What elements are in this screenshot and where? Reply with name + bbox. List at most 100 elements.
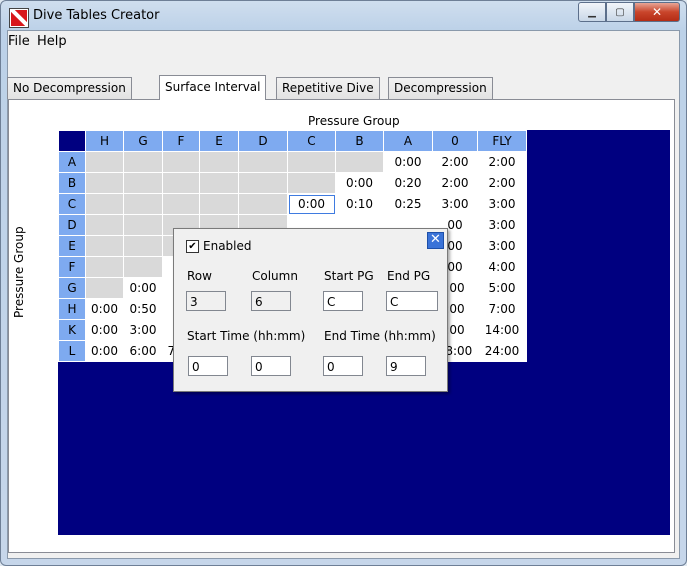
table-cell[interactable]: 0:50: [123, 298, 163, 320]
table-cell[interactable]: [123, 151, 163, 173]
table-cell[interactable]: 4:00: [477, 256, 527, 278]
end-pg-field[interactable]: C: [386, 291, 438, 311]
end-minutes-field[interactable]: 9: [386, 356, 426, 376]
table-cell[interactable]: [335, 151, 384, 173]
column-header[interactable]: E: [199, 130, 239, 152]
table-cell[interactable]: [238, 151, 288, 173]
start-pg-label: Start PG: [324, 269, 374, 283]
row-header[interactable]: B: [58, 172, 86, 194]
table-cell[interactable]: 3:00: [477, 235, 527, 257]
table-cell[interactable]: [162, 193, 200, 215]
row-header[interactable]: K: [58, 319, 86, 341]
enabled-checkbox[interactable]: ✔: [186, 240, 199, 253]
table-cell[interactable]: 2:00: [477, 151, 527, 173]
table-cell[interactable]: 0:10: [335, 193, 384, 215]
table-cell[interactable]: 0:00: [85, 298, 124, 320]
column-header[interactable]: B: [335, 130, 384, 152]
table-cell[interactable]: 0:00: [85, 319, 124, 341]
table-cell[interactable]: [199, 151, 239, 173]
title-bar[interactable]: Dive Tables Creator ▁ ▢ ✕: [1, 1, 686, 31]
enabled-label: Enabled: [203, 239, 252, 253]
table-cell[interactable]: 14:00: [477, 319, 527, 341]
column-field[interactable]: 6: [251, 291, 291, 311]
end-pg-label: End PG: [387, 269, 431, 283]
table-row: C 0:00 0:10 0:25 3:00 3:00: [58, 193, 527, 215]
table-cell[interactable]: [238, 193, 288, 215]
table-cell[interactable]: 7:00: [477, 298, 527, 320]
menu-file[interactable]: File: [8, 34, 30, 49]
row-header[interactable]: A: [58, 151, 86, 173]
row-field[interactable]: 3: [186, 291, 226, 311]
table-cell[interactable]: [287, 172, 336, 194]
row-header[interactable]: C: [58, 193, 86, 215]
tab-repetitive-dive[interactable]: Repetitive Dive: [276, 77, 380, 99]
table-cell[interactable]: 0:25: [383, 193, 433, 215]
table-cell[interactable]: 0:20: [383, 172, 433, 194]
dialog-close-icon[interactable]: ✕: [427, 232, 444, 249]
table-cell[interactable]: 5:00: [477, 277, 527, 299]
table-cell[interactable]: 0:00: [335, 172, 384, 194]
table-header-row: H G F E D C B A 0 FLY: [58, 130, 527, 152]
row-header[interactable]: L: [58, 340, 86, 362]
table-cell[interactable]: [85, 235, 124, 257]
column-header[interactable]: A: [383, 130, 433, 152]
end-hours-field[interactable]: 0: [323, 356, 363, 376]
table-cell[interactable]: 0:00: [383, 151, 433, 173]
table-cell[interactable]: [85, 172, 124, 194]
table-cell[interactable]: [287, 151, 336, 173]
table-cell[interactable]: 2:00: [432, 172, 478, 194]
close-button[interactable]: ✕: [634, 2, 680, 22]
start-minutes-field[interactable]: 0: [251, 356, 291, 376]
column-header[interactable]: D: [238, 130, 288, 152]
table-cell[interactable]: [85, 277, 124, 299]
caption-buttons: ▁ ▢ ✕: [578, 2, 680, 22]
table-cell[interactable]: 6:00: [123, 340, 163, 362]
table-cell[interactable]: [123, 235, 163, 257]
tab-surface-interval[interactable]: Surface Interval: [159, 75, 267, 100]
column-header[interactable]: 0: [432, 130, 478, 152]
table-cell[interactable]: [199, 193, 239, 215]
table-cell[interactable]: 24:00: [477, 340, 527, 362]
row-header[interactable]: G: [58, 277, 86, 299]
table-cell[interactable]: [238, 172, 288, 194]
table-cell[interactable]: [123, 256, 163, 278]
table-cell[interactable]: [162, 172, 200, 194]
row-header[interactable]: E: [58, 235, 86, 257]
table-cell[interactable]: [123, 193, 163, 215]
table-cell[interactable]: 3:00: [123, 319, 163, 341]
table-corner: [58, 130, 86, 152]
table-cell[interactable]: 2:00: [477, 172, 527, 194]
column-header[interactable]: FLY: [477, 130, 527, 152]
table-cell[interactable]: 0:00: [287, 193, 336, 215]
start-hours-field[interactable]: 0: [188, 356, 228, 376]
start-pg-field[interactable]: C: [323, 291, 363, 311]
table-cell[interactable]: [199, 172, 239, 194]
table-cell[interactable]: 2:00: [432, 151, 478, 173]
table-cell[interactable]: [85, 193, 124, 215]
tab-no-decompression[interactable]: No Decompression: [7, 77, 132, 99]
table-cell[interactable]: [123, 172, 163, 194]
table-cell[interactable]: 0:00: [85, 340, 124, 362]
cell-edit-dialog: ✔ Enabled ✕ Row Column Start PG End PG 3…: [173, 228, 448, 392]
table-cell[interactable]: [162, 151, 200, 173]
table-cell[interactable]: [85, 214, 124, 236]
column-header[interactable]: H: [85, 130, 124, 152]
row-header[interactable]: D: [58, 214, 86, 236]
tab-decompression[interactable]: Decompression: [388, 77, 493, 99]
table-cell[interactable]: [85, 256, 124, 278]
menu-help[interactable]: Help: [37, 34, 67, 49]
column-label: Column: [252, 269, 298, 283]
table-cell[interactable]: 0:00: [123, 277, 163, 299]
row-header[interactable]: H: [58, 298, 86, 320]
table-cell[interactable]: 3:00: [432, 193, 478, 215]
table-cell[interactable]: [123, 214, 163, 236]
minimize-button[interactable]: ▁: [578, 2, 606, 22]
column-header[interactable]: G: [123, 130, 163, 152]
table-cell[interactable]: 3:00: [477, 193, 527, 215]
row-header[interactable]: F: [58, 256, 86, 278]
maximize-button[interactable]: ▢: [606, 2, 634, 22]
column-header[interactable]: C: [287, 130, 336, 152]
table-cell[interactable]: [85, 151, 124, 173]
table-cell[interactable]: 3:00: [477, 214, 527, 236]
column-header[interactable]: F: [162, 130, 200, 152]
